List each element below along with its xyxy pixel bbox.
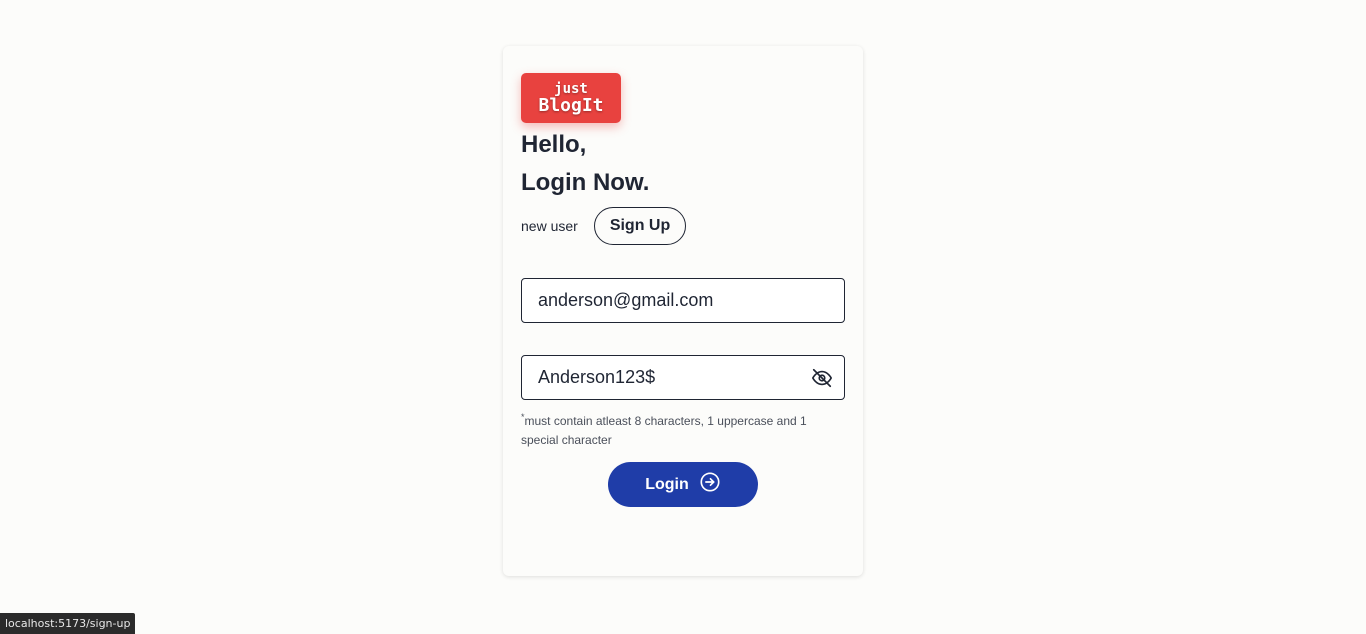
brand-logo[interactable]: just BlogIt	[521, 73, 621, 123]
login-card: just BlogIt Hello, Login Now. new user S…	[503, 46, 863, 576]
signup-row: new user Sign Up	[521, 206, 687, 246]
page-heading: Hello, Login Now.	[521, 126, 649, 202]
email-input[interactable]	[522, 279, 844, 322]
sign-up-button[interactable]: Sign Up	[593, 207, 687, 245]
heading-line-2: Login Now.	[521, 169, 650, 196]
arrow-right-circle-icon	[699, 471, 721, 498]
password-input[interactable]	[522, 356, 810, 399]
new-user-label: new user	[521, 218, 578, 234]
password-hint: *must contain atleast 8 characters, 1 up…	[521, 408, 845, 450]
status-bar-url: localhost:5173/sign-up	[0, 613, 136, 634]
password-hint-text: must contain atleast 8 characters, 1 upp…	[521, 414, 807, 447]
logo-line-2: BlogIt	[538, 95, 604, 116]
heading-line-1: Hello,	[521, 131, 587, 158]
eye-off-icon[interactable]	[810, 366, 834, 390]
email-field-container	[521, 278, 845, 323]
login-button-label: Login	[645, 475, 689, 493]
login-button[interactable]: Login	[608, 462, 758, 507]
password-field-container	[521, 355, 845, 400]
